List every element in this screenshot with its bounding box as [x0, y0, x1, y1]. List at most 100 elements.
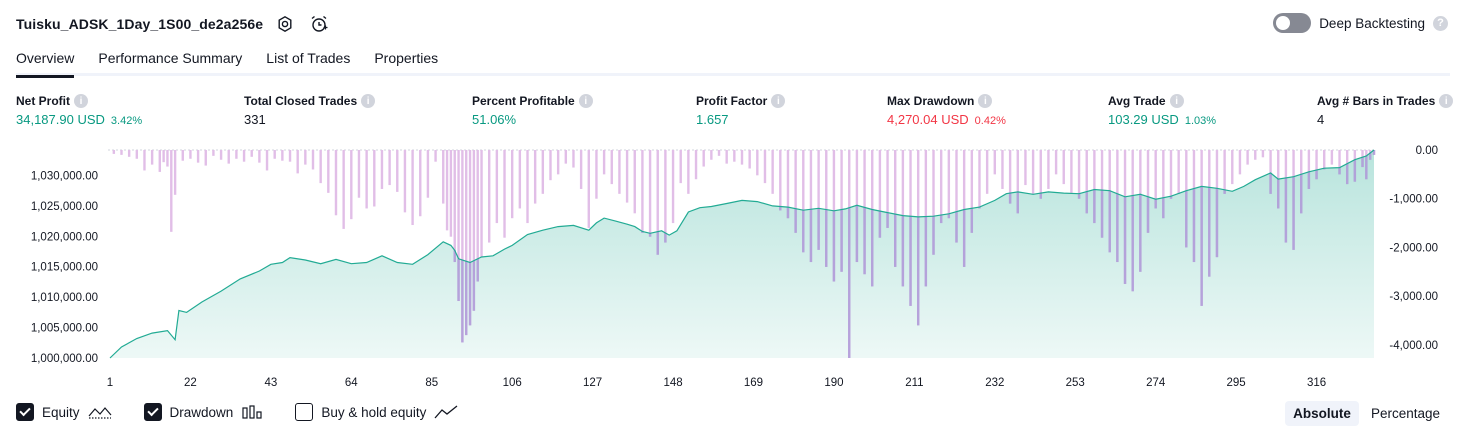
- x-axis-tick-label: 106: [503, 377, 522, 389]
- drawdown-bar: [993, 150, 996, 175]
- drawdown-bar-overlap: [1139, 194, 1142, 272]
- gear-icon[interactable]: [273, 12, 297, 36]
- metric-label: Max Drawdown: [887, 94, 975, 108]
- buy-hold-checkbox[interactable]: [295, 403, 314, 421]
- drawdown-bar: [173, 150, 177, 195]
- tab-properties[interactable]: Properties: [374, 44, 438, 75]
- drawdown-bar: [710, 150, 713, 160]
- help-icon[interactable]: ?: [1433, 15, 1448, 31]
- drawdown-bar-overlap: [901, 215, 905, 287]
- drawdown-bar: [480, 150, 483, 258]
- info-icon[interactable]: i: [578, 94, 593, 108]
- drawdown-bar: [319, 150, 322, 184]
- drawdown-bar: [671, 150, 675, 224]
- drawdown-bar: [204, 150, 207, 166]
- equity-checkbox[interactable]: [16, 403, 34, 421]
- drawdown-bar: [1054, 150, 1058, 175]
- legend-drawdown[interactable]: Drawdown: [143, 403, 264, 421]
- x-axis-tick-label: 211: [905, 377, 923, 389]
- drawdown-checkbox[interactable]: [143, 403, 162, 421]
- info-icon[interactable]: i: [771, 94, 786, 108]
- tab-performance-summary[interactable]: Performance Summary: [98, 44, 242, 75]
- strategy-header: Tuisku_ADSK_1Day_1S00_de2a256e: [16, 12, 331, 36]
- drawdown-bar: [112, 150, 116, 154]
- bar-chart-icon: [242, 405, 262, 419]
- drawdown-bar: [756, 150, 759, 176]
- tab-overview[interactable]: Overview: [16, 44, 75, 78]
- drawdown-bar: [162, 150, 165, 163]
- drawdown-bar: [533, 150, 537, 204]
- drawdown-bar: [258, 150, 261, 163]
- drawdown-bar: [380, 150, 384, 189]
- drawdown-bar-overlap: [825, 209, 828, 267]
- metric-avg-bars-in-trades: Avg # Bars in Trades i 4: [1317, 93, 1454, 127]
- drawdown-bar: [625, 150, 629, 203]
- info-icon[interactable]: i: [978, 94, 993, 108]
- info-icon[interactable]: i: [74, 94, 88, 108]
- drawdown-bar-overlap: [840, 209, 843, 272]
- drawdown-bar-overlap: [1185, 190, 1188, 248]
- drawdown-bar: [396, 150, 399, 192]
- drawdown-bar: [189, 150, 192, 159]
- drawdown-bar: [687, 150, 690, 194]
- drawdown-bar-overlap: [465, 261, 468, 336]
- x-axis-tick-label: 232: [985, 377, 1004, 389]
- drawdown-bar-overlap: [1008, 193, 1012, 204]
- metric-total-closed-trades: Total Closed Trades i 331: [244, 93, 376, 127]
- left-axis-tick-label: 1,015,000.00: [31, 262, 98, 274]
- drawdown-bar-overlap: [1365, 156, 1368, 180]
- drawdown-bar: [1231, 150, 1234, 185]
- drawdown-bar: [1323, 150, 1326, 170]
- drawdown-bar: [242, 150, 246, 162]
- drawdown-bar: [219, 150, 223, 160]
- drawdown-bar-overlap: [909, 216, 912, 306]
- drawdown-bar: [1261, 150, 1265, 158]
- drawdown-bar: [196, 150, 200, 163]
- drawdown-bar: [434, 150, 437, 162]
- drawdown-bar: [564, 150, 568, 164]
- drawdown-bar-overlap: [916, 216, 920, 326]
- drawdown-bar: [143, 150, 146, 171]
- drawdown-bar: [227, 150, 230, 164]
- drawdown-bar: [679, 150, 682, 184]
- x-axis: 1 22 43 64 85 106 127 148 169 190 211 232 253 274 295 3…: [107, 377, 1326, 389]
- legend-buy-hold-equity[interactable]: Buy & hold equity: [295, 403, 458, 421]
- drawdown-bar: [1169, 150, 1173, 199]
- drawdown-bar: [526, 150, 529, 224]
- deep-backtesting-toggle[interactable]: [1273, 13, 1312, 33]
- drawdown-bar: [733, 150, 736, 162]
- drawdown-bar-overlap: [962, 209, 966, 267]
- x-axis-tick-label: 190: [824, 377, 843, 389]
- drawdown-bar: [610, 150, 613, 185]
- drawdown-bar-overlap: [878, 211, 882, 238]
- left-axis-tick-label: 1,010,000.00: [31, 292, 98, 304]
- drawdown-bar: [763, 150, 767, 184]
- metric-value: 4,270.04 USD: [887, 112, 969, 127]
- percentage-mode-button[interactable]: Percentage: [1363, 401, 1448, 426]
- drawdown-bar-overlap: [955, 211, 958, 243]
- left-axis-tick-label: 1,020,000.00: [31, 231, 98, 243]
- drawdown-bar: [771, 150, 774, 194]
- drawdown-bar: [648, 150, 652, 237]
- drawdown-bar: [334, 150, 338, 216]
- alarm-clock-plus-icon[interactable]: [307, 12, 331, 36]
- drawdown-bar-overlap: [817, 208, 820, 250]
- info-icon[interactable]: i: [1439, 94, 1454, 108]
- drawdown-bar-overlap: [932, 216, 935, 255]
- drawdown-bar: [327, 150, 330, 193]
- legend-equity[interactable]: Equity: [16, 403, 112, 421]
- x-axis-tick-label: 64: [345, 377, 358, 389]
- right-axis-tick-label: -4,000.00: [1389, 340, 1438, 352]
- x-axis-tick-label: 85: [425, 377, 438, 389]
- info-icon[interactable]: i: [361, 94, 376, 108]
- drawdown-bar: [350, 150, 353, 220]
- drawdown-bar: [939, 150, 943, 224]
- drawdown-bar-overlap: [476, 258, 479, 282]
- info-icon[interactable]: i: [1169, 94, 1184, 108]
- absolute-mode-button[interactable]: Absolute: [1285, 401, 1359, 426]
- left-axis-tick-label: 1,030,000.00: [31, 170, 98, 182]
- tab-list-of-trades[interactable]: List of Trades: [266, 44, 350, 75]
- drawdown-bar: [127, 150, 131, 157]
- drawdown-bar: [556, 150, 560, 175]
- strategy-title: Tuisku_ADSK_1Day_1S00_de2a256e: [16, 16, 264, 32]
